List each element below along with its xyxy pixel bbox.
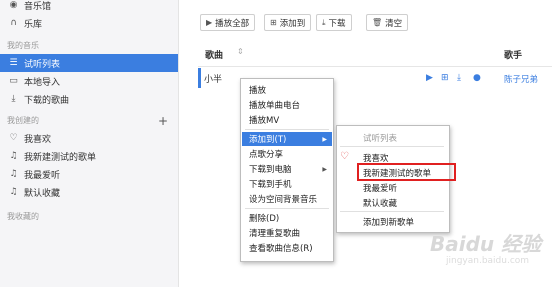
sidebar-item-label: 我喜欢 (24, 134, 52, 145)
menu-item-download-pc[interactable]: 下载到电脑 ▶ (242, 162, 332, 176)
sidebar-item-library[interactable]: ∩ 乐库 (0, 14, 178, 32)
sidebar-item-label: 默认收藏 (24, 188, 61, 199)
menu-item-clean-duplicates[interactable]: 清理重复歌曲 (242, 226, 332, 240)
clear-label: 清空 (385, 18, 403, 29)
play-icon[interactable]: ▶ (426, 73, 433, 83)
more-icon[interactable]: ● (473, 73, 481, 83)
add-playlist-icon[interactable]: + (158, 114, 168, 128)
add-icon[interactable]: ⊞ (441, 73, 449, 83)
sidebar-item-label: 音乐馆 (24, 1, 52, 12)
sidebar-item-music-hall[interactable]: ◉ 音乐馆 (0, 0, 178, 14)
playlist-icon: ☰ (9, 58, 18, 68)
menu-divider (245, 208, 329, 209)
menu-item-song-info[interactable]: 查看歌曲信息(R) (242, 241, 332, 255)
menu-item-play-mv[interactable]: 播放MV (242, 113, 332, 127)
column-header-artist[interactable]: 歌手 (504, 48, 522, 61)
menu-item-add-to[interactable]: 添加到(T) ▶ (242, 132, 332, 146)
sidebar-item-label: 本地导入 (24, 77, 61, 88)
note-icon: ♫ (9, 169, 18, 179)
heart-icon: ♡ (9, 133, 18, 143)
menu-item-label: 添加到(T) (249, 135, 287, 145)
artist-name[interactable]: 陈子兄弟 (504, 73, 538, 85)
trash-icon: 🗑 (372, 18, 383, 27)
play-icon: ▶ (206, 18, 213, 27)
sidebar-item-most-loved[interactable]: ♫ 我最爱听 (0, 165, 178, 183)
menu-item-share[interactable]: 点歌分享 (242, 147, 332, 161)
clear-button[interactable]: 🗑 清空 (366, 14, 409, 31)
sidebar-item-my-favorites[interactable]: ♡ 我喜欢 (0, 129, 178, 147)
submenu-item-default-collection[interactable]: 默认收藏 (338, 196, 448, 210)
submenu-item-trial-list: 试听列表 (363, 134, 398, 144)
context-menu: 播放 播放单曲电台 播放MV 添加到(T) ▶ 点歌分享 下载到电脑 ▶ 下载到… (240, 78, 334, 262)
menu-item-set-background[interactable]: 设为空间背景音乐 (242, 192, 332, 206)
submenu-arrow-icon: ▶ (322, 165, 327, 173)
play-all-label: 播放全部 (215, 18, 250, 29)
headphone-icon: ∩ (10, 18, 17, 28)
sidebar-item-default-collection[interactable]: ♫ 默认收藏 (0, 183, 178, 201)
download-icon: ⤓ (322, 17, 326, 27)
menu-item-play-radio[interactable]: 播放单曲电台 (242, 98, 332, 112)
sidebar-item-label: 我最爱听 (24, 170, 61, 181)
section-title-created: 我创建的 (7, 116, 39, 125)
add-box-icon: ⊞ (270, 18, 277, 27)
add-to-label: 添加到 (279, 18, 306, 29)
submenu-divider (340, 146, 444, 147)
sidebar-item-label: 下载的歌曲 (24, 95, 70, 106)
column-header-song[interactable]: 歌曲 (205, 48, 223, 61)
submenu-item-new-playlist[interactable]: 添加到新歌单 (338, 215, 448, 229)
menu-divider (245, 129, 329, 130)
add-to-button[interactable]: ⊞ 添加到 (264, 14, 312, 31)
monitor-icon: ▭ (9, 76, 18, 86)
submenu-arrow-icon: ▶ (322, 135, 327, 143)
sidebar-item-test-playlist[interactable]: ♫ 我新建测试的歌单 (0, 147, 178, 165)
play-all-button[interactable]: ▶ 播放全部 (200, 14, 256, 31)
watermark-logo: Baidu 经验 (430, 232, 542, 256)
heart-icon: ♡ (340, 151, 349, 162)
highlight-box (357, 163, 456, 181)
download-label: 下载 (328, 18, 346, 29)
section-title-my-music: 我的音乐 (7, 41, 39, 50)
submenu-item-most-loved[interactable]: 我最爱听 (338, 181, 448, 195)
sidebar: ◉ 音乐馆 ∩ 乐库 我的音乐 ☰ 试听列表 ▭ 本地导入 ⤓ 下载的歌曲 我创… (0, 0, 179, 287)
sidebar-item-trial-list[interactable]: ☰ 试听列表 (0, 54, 178, 72)
submenu-divider (340, 211, 444, 212)
note-icon: ♫ (9, 187, 18, 197)
watermark-url: jingyan.baidu.com (446, 256, 530, 266)
header-divider (198, 66, 552, 67)
music-hall-icon: ◉ (9, 0, 18, 10)
menu-item-download-phone[interactable]: 下载到手机 (242, 177, 332, 191)
sidebar-item-label: 试听列表 (24, 59, 61, 70)
sidebar-item-downloaded[interactable]: ⤓ 下载的歌曲 (0, 90, 178, 108)
song-title[interactable]: 小半 (204, 72, 222, 85)
download-button[interactable]: ⤓ 下载 (316, 14, 352, 31)
sort-icon[interactable]: ⇕ (237, 47, 244, 56)
note-icon: ♫ (9, 151, 18, 161)
menu-item-label: 下载到电脑 (249, 165, 292, 175)
section-title-collected: 我收藏的 (7, 212, 39, 221)
download-icon[interactable]: ⤓ (457, 73, 461, 83)
sidebar-item-label: 乐库 (24, 19, 43, 30)
sidebar-item-label: 我新建测试的歌单 (24, 152, 97, 163)
menu-item-play[interactable]: 播放 (242, 83, 332, 97)
sidebar-item-local-import[interactable]: ▭ 本地导入 (0, 72, 178, 90)
menu-item-delete[interactable]: 删除(D) (242, 211, 332, 225)
download-icon: ⤓ (11, 94, 16, 104)
